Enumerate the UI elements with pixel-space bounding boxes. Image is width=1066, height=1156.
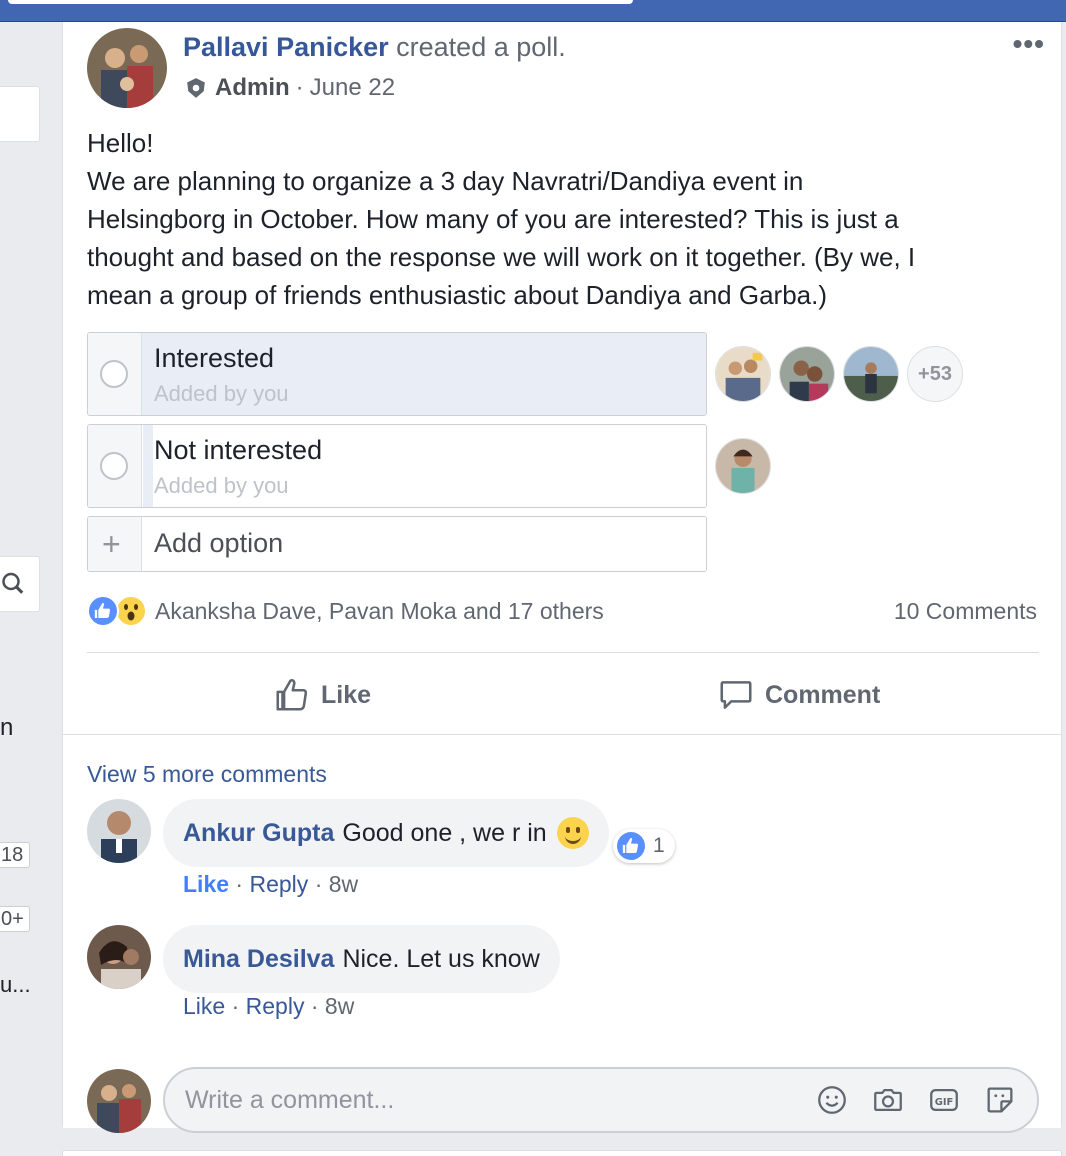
commenter-name-link[interactable]: Mina Desilva	[183, 945, 334, 974]
post-action-text: created a poll.	[396, 32, 566, 62]
comment-count-link[interactable]: 10 Comments	[894, 598, 1037, 625]
comment-timestamp[interactable]: 8w	[329, 871, 358, 897]
like-reaction-icon	[87, 595, 119, 627]
add-poll-option[interactable]: + Add option	[87, 516, 707, 572]
poll-radio-button[interactable]	[100, 452, 128, 480]
commenter-avatar[interactable]	[87, 925, 151, 989]
comment-bubble: Ankur Gupta Good one , we r in	[163, 799, 609, 867]
voter-avatar[interactable]	[843, 346, 899, 402]
author-name-link[interactable]: Pallavi Panicker	[183, 32, 389, 62]
poll-option-added-by: Added by you	[154, 473, 289, 498]
comment-actions: Like · Reply · 8w	[183, 871, 359, 897]
voter-avatar[interactable]	[715, 346, 771, 402]
admin-badge: Admin	[215, 74, 290, 101]
write-comment-input[interactable]	[185, 1069, 785, 1131]
wow-reaction-icon	[115, 595, 147, 627]
comment-actions: Like · Reply · 8w	[183, 993, 355, 1019]
search-icon	[2, 572, 24, 594]
post-text-line: We are planning to organize a 3 day Navr…	[87, 166, 804, 196]
svg-text:GIF: GIF	[935, 1097, 954, 1108]
sidebar-text-fragment: u...	[0, 972, 31, 997]
sidebar-panel	[0, 86, 40, 142]
comment-button-label: Comment	[765, 680, 881, 709]
post-text-line: Helsingborg in October. How many of you …	[87, 204, 899, 234]
poll-option-interested[interactable]: Interested Added by you	[87, 332, 707, 416]
comment-button[interactable]: Comment	[717, 670, 880, 720]
comment-like-count[interactable]: 1	[613, 829, 675, 863]
sidebar-text-fragment: n	[0, 714, 14, 741]
comment-text: Good one , we r in	[342, 818, 547, 847]
post-text-line: thought and based on the response we wil…	[87, 242, 916, 272]
commenter-avatar[interactable]	[87, 799, 151, 863]
poll-option-label: Interested	[154, 343, 275, 373]
comment-reply-link[interactable]: Reply	[249, 871, 308, 897]
more-voters-count[interactable]: +53	[907, 346, 963, 402]
reactions-summary[interactable]: Akanksha Dave, Pavan Moka and 17 others	[87, 594, 604, 628]
commenter-name-link[interactable]: Ankur Gupta	[183, 819, 334, 848]
like-button-label: Like	[321, 680, 372, 709]
gif-icon[interactable]: GIF	[927, 1083, 961, 1117]
sidebar-count-badge: 0+	[0, 906, 30, 932]
comment-reply-link[interactable]: Reply	[246, 993, 305, 1019]
plus-icon: +	[102, 526, 121, 562]
current-user-avatar[interactable]	[87, 1069, 151, 1133]
poll-post-card: Pallavi Panicker created a poll. Admin ·…	[62, 22, 1062, 1133]
emoji-icon[interactable]	[815, 1083, 849, 1117]
admin-shield-icon	[187, 78, 205, 98]
comments-section: View 5 more comments Ankur Gupta Good on…	[63, 734, 1061, 1133]
comment-like-link[interactable]: Like	[183, 871, 229, 897]
sticker-icon[interactable]	[983, 1083, 1017, 1117]
comment-text: Nice. Let us know	[342, 944, 540, 973]
camera-icon[interactable]	[871, 1083, 905, 1117]
smiley-emoji-icon	[556, 817, 589, 849]
poll-option-vote-fill	[143, 425, 153, 507]
comment-timestamp[interactable]: 8w	[325, 993, 354, 1019]
post-header-title: Pallavi Panicker created a poll.	[183, 32, 566, 63]
reactors-text[interactable]: Akanksha Dave, Pavan Moka and 17 others	[155, 598, 604, 625]
speech-bubble-icon	[720, 681, 752, 709]
sidebar-count-badge: 18	[0, 842, 30, 868]
poll-radio-button[interactable]	[100, 360, 128, 388]
add-option-label: Add option	[154, 528, 284, 558]
author-avatar[interactable]	[87, 28, 167, 108]
comment-like-link[interactable]: Like	[183, 993, 225, 1019]
like-reaction-icon	[617, 832, 645, 860]
poll-option-label: Not interested	[154, 435, 323, 465]
comment-composer: GIF	[163, 1067, 1039, 1133]
post-date-link[interactable]: June 22	[310, 74, 395, 102]
like-button[interactable]: Like	[273, 670, 371, 720]
sidebar-search-box[interactable]	[0, 556, 40, 612]
poll-option-added-by: Added by you	[154, 381, 289, 406]
post-meta: Admin · June 22	[185, 74, 395, 102]
like-count-number: 1	[653, 834, 665, 857]
divider	[87, 652, 1039, 653]
post-text-line: Hello!	[87, 128, 154, 158]
next-post-card-edge	[62, 1150, 1062, 1156]
post-body-text: Hello! We are planning to organize a 3 d…	[87, 124, 1037, 314]
voter-avatar[interactable]	[715, 438, 771, 494]
view-more-comments-link[interactable]: View 5 more comments	[87, 761, 327, 788]
search-bar-edge[interactable]	[8, 0, 633, 4]
thumbs-up-icon	[276, 679, 308, 711]
poll-option-not-interested[interactable]: Not interested Added by you	[87, 424, 707, 508]
top-nav-bar	[0, 0, 1066, 22]
comment-bubble: Mina Desilva Nice. Let us know	[163, 925, 560, 993]
more-options-icon[interactable]: •••	[1013, 28, 1045, 60]
voter-avatar[interactable]	[779, 346, 835, 402]
post-text-line: mean a group of friends enthusiastic abo…	[87, 280, 828, 310]
